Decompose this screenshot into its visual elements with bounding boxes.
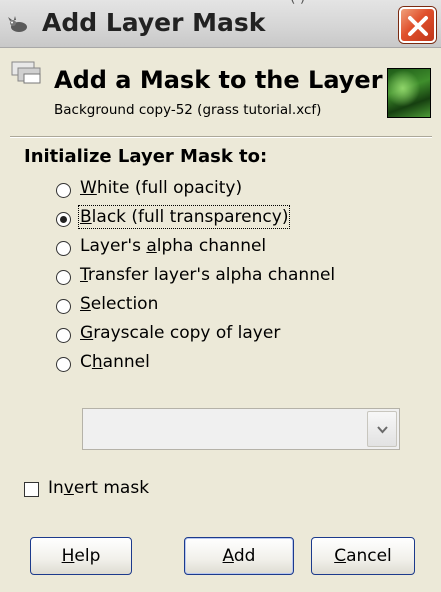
radio-label: Grayscale copy of layer [80, 323, 281, 343]
radio-label: Selection [80, 294, 159, 314]
header-separator [10, 136, 432, 138]
close-icon [408, 16, 428, 36]
radio-option-white[interactable]: White (full opacity) [56, 178, 396, 204]
radio-label: White (full opacity) [80, 178, 243, 198]
title-bar[interactable]: ( ) Add Layer Mask [0, 0, 441, 48]
chevron-down-icon [377, 426, 388, 434]
window-title: Add Layer Mask [42, 8, 266, 37]
radio-option-grayscale-copy[interactable]: Grayscale copy of layer [56, 323, 396, 349]
radio-button[interactable] [56, 328, 71, 343]
gimp-wilber-icon [6, 13, 30, 37]
radio-label: Transfer layer's alpha channel [80, 265, 336, 285]
close-button[interactable] [399, 7, 436, 43]
add-button[interactable]: Add [184, 537, 294, 575]
cancel-button[interactable]: Cancel [311, 537, 415, 575]
channel-combo-dropdown-button[interactable] [367, 411, 397, 447]
dialog-header-subtitle: Background copy-52 (grass tutorial.xcf) [54, 102, 322, 118]
radio-button[interactable] [56, 299, 71, 314]
radio-option-layer-alpha[interactable]: Layer's alpha channel [56, 236, 396, 262]
radio-label: Black (full transparency) [77, 205, 291, 229]
radio-option-selection[interactable]: Selection [56, 294, 396, 320]
dialog-header-title: Add a Mask to the Layer [54, 66, 383, 94]
radio-option-black[interactable]: Black (full transparency) [56, 205, 396, 233]
radio-button[interactable] [56, 270, 71, 285]
radio-button[interactable] [56, 212, 71, 227]
radio-label: Layer's alpha channel [80, 236, 267, 256]
title-bar-overflow-text: ( ) [290, 0, 305, 6]
help-button[interactable]: Help [30, 537, 132, 575]
radio-button[interactable] [56, 357, 71, 372]
invert-mask-box[interactable] [24, 482, 39, 497]
layer-preview-thumbnail [387, 68, 431, 118]
radio-option-channel[interactable]: Channel [56, 352, 396, 378]
layer-mask-icon [10, 58, 46, 92]
radio-button[interactable] [56, 183, 71, 198]
invert-mask-label: Invert mask [48, 478, 150, 498]
section-title: Initialize Layer Mask to: [24, 146, 268, 167]
channel-combo[interactable] [82, 408, 400, 450]
radio-option-transfer-alpha[interactable]: Transfer layer's alpha channel [56, 265, 396, 291]
radio-button[interactable] [56, 241, 71, 256]
radio-label: Channel [80, 352, 150, 372]
invert-mask-checkbox[interactable]: Invert mask [24, 478, 224, 504]
